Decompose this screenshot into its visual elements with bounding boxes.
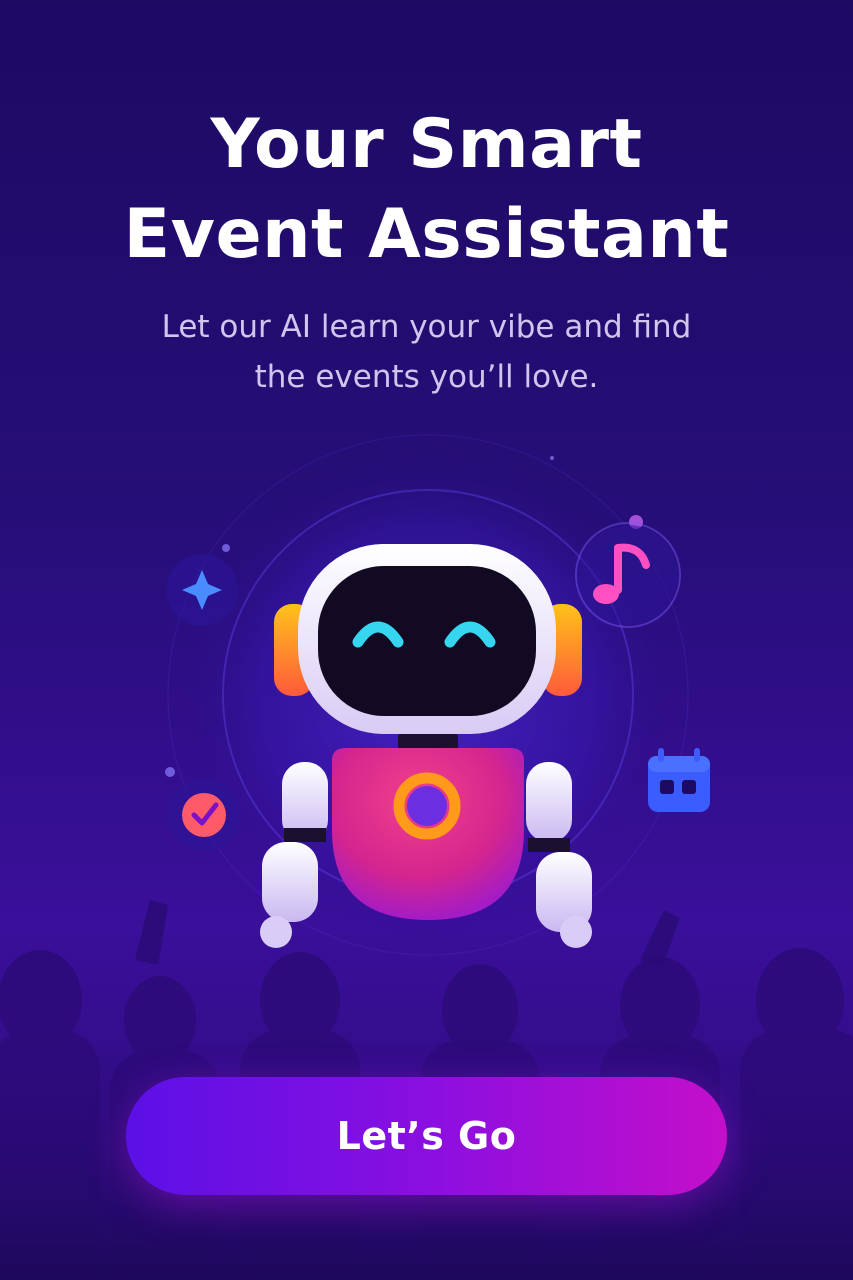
lets-go-button[interactable]: Let’s Go — [126, 1077, 727, 1195]
check-badge-icon — [168, 779, 240, 851]
music-note-icon — [575, 522, 681, 628]
sparkle-icon — [166, 554, 238, 626]
calendar-icon — [648, 748, 710, 812]
onboarding-screen: Your Smart Event Assistant Let our AI le… — [0, 0, 853, 1280]
